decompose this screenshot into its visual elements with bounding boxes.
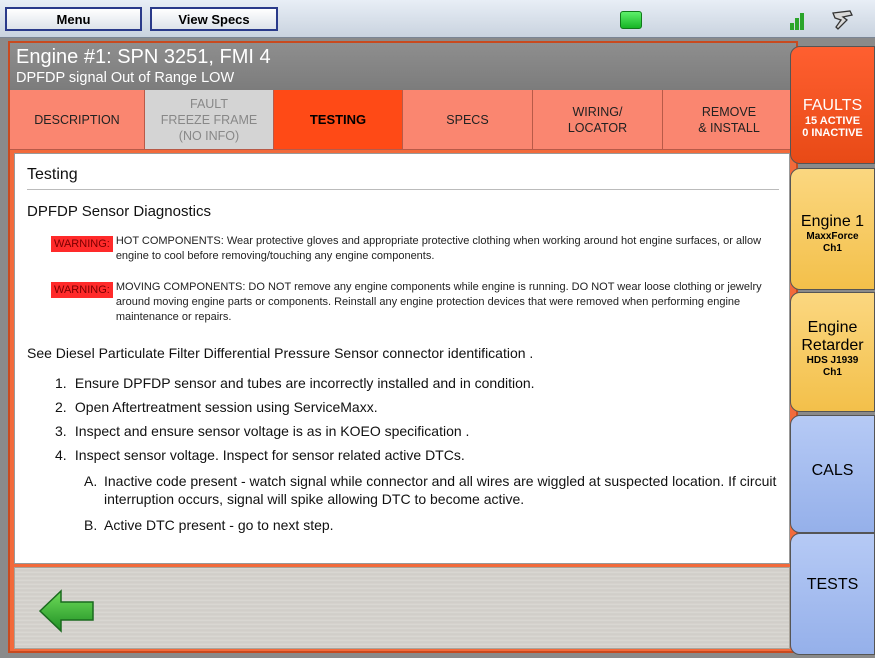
faults-active-count: 15 ACTIVE xyxy=(804,115,861,127)
retarder-protocol: HDS J1939 xyxy=(806,355,859,366)
side-tab-engine-retarder[interactable]: Engine Retarder HDS J1939 Ch1 xyxy=(790,292,875,412)
connector-reference-link[interactable]: See Diesel Particulate Filter Differenti… xyxy=(27,345,789,361)
retarder-title-line2: Retarder xyxy=(801,337,864,354)
step-text: Open Aftertreatment session using Servic… xyxy=(74,399,378,415)
subsection-title: DPFDP Sensor Diagnostics xyxy=(27,203,211,220)
list-item: 4. Inspect sensor voltage. Inspect for s… xyxy=(55,446,789,534)
substep-letter: A. xyxy=(84,473,98,489)
testing-content[interactable]: Testing DPFDP Sensor Diagnostics WARNING… xyxy=(14,153,790,564)
step-number: 4. xyxy=(55,447,67,463)
retarder-title-line1: Engine xyxy=(807,319,858,336)
status-led-icon xyxy=(620,11,642,29)
step-number: 1. xyxy=(55,375,67,391)
warning-badge: WARNING: xyxy=(51,282,113,298)
detail-tabs: DESCRIPTION FAULT FREEZE FRAME (NO INFO)… xyxy=(10,90,796,150)
adapter-tool-icon[interactable] xyxy=(830,8,856,32)
top-toolbar: Menu View Specs xyxy=(0,0,875,38)
substep-text: Active DTC present - go to next step. xyxy=(104,517,334,533)
side-tab-faults[interactable]: FAULTS 15 ACTIVE 0 INACTIVE xyxy=(790,46,875,164)
signal-strength-icon xyxy=(790,10,808,30)
step-number: 2. xyxy=(55,399,67,415)
retarder-channel: Ch1 xyxy=(823,367,842,378)
step-text: Inspect and ensure sensor voltage is as … xyxy=(74,423,470,439)
engine-model: MaxxForce xyxy=(806,231,859,242)
warning-moving-components: WARNING: MOVING COMPONENTS: DO NOT remov… xyxy=(51,280,783,325)
list-item: 3. Inspect and ensure sensor voltage is … xyxy=(55,422,789,440)
list-item: 1. Ensure DPFDP sensor and tubes are inc… xyxy=(55,374,789,392)
tab-remove-install[interactable]: REMOVE & INSTALL xyxy=(663,90,796,150)
test-steps-list: 1. Ensure DPFDP sensor and tubes are inc… xyxy=(55,374,789,534)
substep-letter: B. xyxy=(84,517,98,533)
page-title: Engine #1: SPN 3251, FMI 4 xyxy=(16,46,271,68)
substep-item: B. Active DTC present - go to next step. xyxy=(84,516,781,534)
fault-header: Engine #1: SPN 3251, FMI 4 DPFDP signal … xyxy=(10,43,796,90)
tab-testing[interactable]: TESTING xyxy=(274,90,403,150)
warning-text: HOT COMPONENTS: Wear protective gloves a… xyxy=(115,235,762,262)
view-specs-button[interactable]: View Specs xyxy=(150,7,278,31)
tests-label: TESTS xyxy=(806,576,859,593)
substep-item: A. Inactive code present - watch signal … xyxy=(84,472,781,508)
tab-wiring-locator[interactable]: WIRING/ LOCATOR xyxy=(533,90,663,150)
step-number: 3. xyxy=(55,423,67,439)
tab-fault-freeze-frame: FAULT FREEZE FRAME (NO INFO) xyxy=(145,90,274,150)
engine-channel: Ch1 xyxy=(823,243,842,254)
section-title: Testing xyxy=(27,154,779,190)
fault-detail-panel: Engine #1: SPN 3251, FMI 4 DPFDP signal … xyxy=(8,41,798,653)
menu-button[interactable]: Menu xyxy=(5,7,142,31)
tab-specs[interactable]: SPECS xyxy=(403,90,533,150)
engine-title: Engine 1 xyxy=(800,213,865,230)
side-tab-engine-1[interactable]: Engine 1 MaxxForce Ch1 xyxy=(790,168,875,290)
faults-inactive-count: 0 INACTIVE xyxy=(802,127,863,139)
bottom-bar xyxy=(14,567,790,649)
side-tab-cals[interactable]: CALS xyxy=(790,415,875,533)
warning-text: MOVING COMPONENTS: DO NOT remove any eng… xyxy=(115,281,762,323)
substep-text: Inactive code present - watch signal whi… xyxy=(104,473,777,507)
side-tab-tests[interactable]: TESTS xyxy=(790,533,875,655)
step-text: Inspect sensor voltage. Inspect for sens… xyxy=(74,447,465,463)
list-item: 2. Open Aftertreatment session using Ser… xyxy=(55,398,789,416)
faults-title: FAULTS xyxy=(802,97,863,114)
warning-badge: WARNING: xyxy=(51,236,113,252)
step-text: Ensure DPFDP sensor and tubes are incorr… xyxy=(74,375,535,391)
page-subtitle: DPFDP signal Out of Range LOW xyxy=(16,70,235,86)
warning-hot-components: WARNING: HOT COMPONENTS: Wear protective… xyxy=(51,234,783,264)
cals-label: CALS xyxy=(811,462,854,479)
tab-description[interactable]: DESCRIPTION xyxy=(10,90,145,150)
back-arrow-icon[interactable] xyxy=(37,588,97,634)
